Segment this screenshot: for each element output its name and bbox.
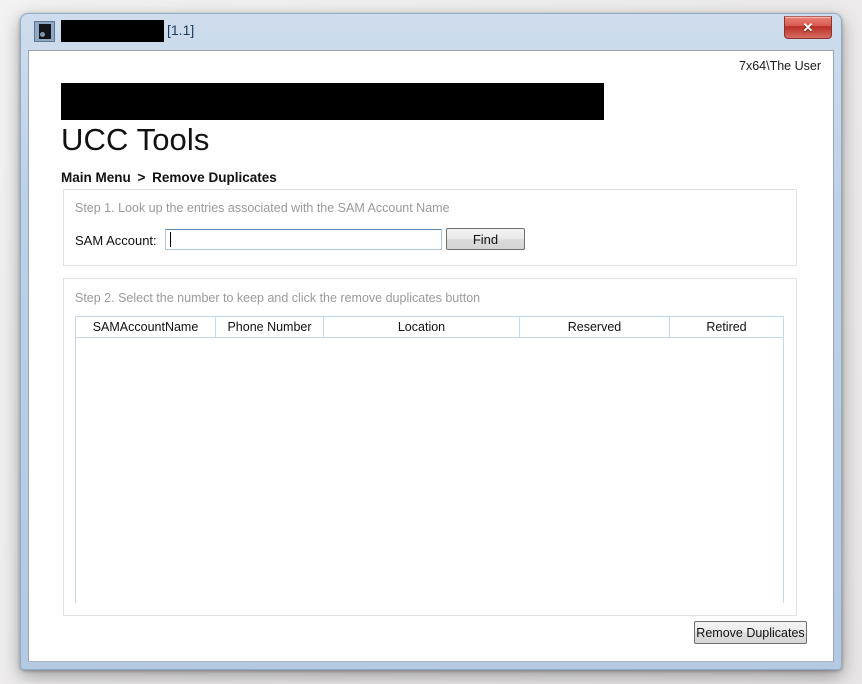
text-caret <box>170 232 171 247</box>
breadcrumb-current: Remove Duplicates <box>152 170 277 185</box>
step1-groupbox: Step 1. Look up the entries associated w… <box>63 189 797 266</box>
step2-caption: Step 2. Select the number to keep and cl… <box>75 291 481 305</box>
breadcrumb-separator: > <box>137 170 146 185</box>
close-icon: ✕ <box>802 20 814 35</box>
breadcrumb-root[interactable]: Main Menu <box>61 170 131 185</box>
brand-banner-redaction <box>61 83 604 120</box>
step1-caption: Step 1. Look up the entries associated w… <box>75 201 450 215</box>
datagrid-column-header[interactable]: Retired <box>670 317 783 337</box>
datagrid-column-header[interactable]: Location <box>324 317 520 337</box>
remove-duplicates-button[interactable]: Remove Duplicates <box>694 621 807 644</box>
breadcrumb: Main Menu > Remove Duplicates <box>61 170 277 185</box>
step2-groupbox: Step 2. Select the number to keep and cl… <box>63 278 797 616</box>
datagrid-column-header[interactable]: Phone Number <box>216 317 324 337</box>
title-bar[interactable]: [1.1] ✕ <box>20 13 842 50</box>
application-window: [1.1] ✕ 7x64\The User UCC Tools Main Men… <box>20 13 842 670</box>
window-title-version: [1.1] <box>167 22 195 38</box>
client-area: 7x64\The User UCC Tools Main Menu > Remo… <box>28 50 834 662</box>
app-icon-glyph <box>38 24 51 39</box>
sam-account-label: SAM Account: <box>75 233 157 248</box>
find-button[interactable]: Find <box>446 228 525 250</box>
app-icon <box>34 21 55 42</box>
page-title: UCC Tools <box>61 122 210 157</box>
close-button[interactable]: ✕ <box>784 16 832 39</box>
datagrid-column-header[interactable]: Reserved <box>520 317 670 337</box>
datagrid-column-header[interactable]: SAMAccountName <box>76 317 216 337</box>
desktop-background: [1.1] ✕ 7x64\The User UCC Tools Main Men… <box>0 0 862 684</box>
current-user-label: 7x64\The User <box>739 59 821 73</box>
window-title-redaction <box>61 20 164 42</box>
datagrid-body[interactable] <box>76 338 783 603</box>
sam-account-input[interactable] <box>165 229 442 250</box>
duplicates-datagrid: SAMAccountName Phone Number Location Reserv… <box>75 316 784 603</box>
datagrid-header-row: SAMAccountName Phone Number Location Reserv… <box>76 317 783 338</box>
